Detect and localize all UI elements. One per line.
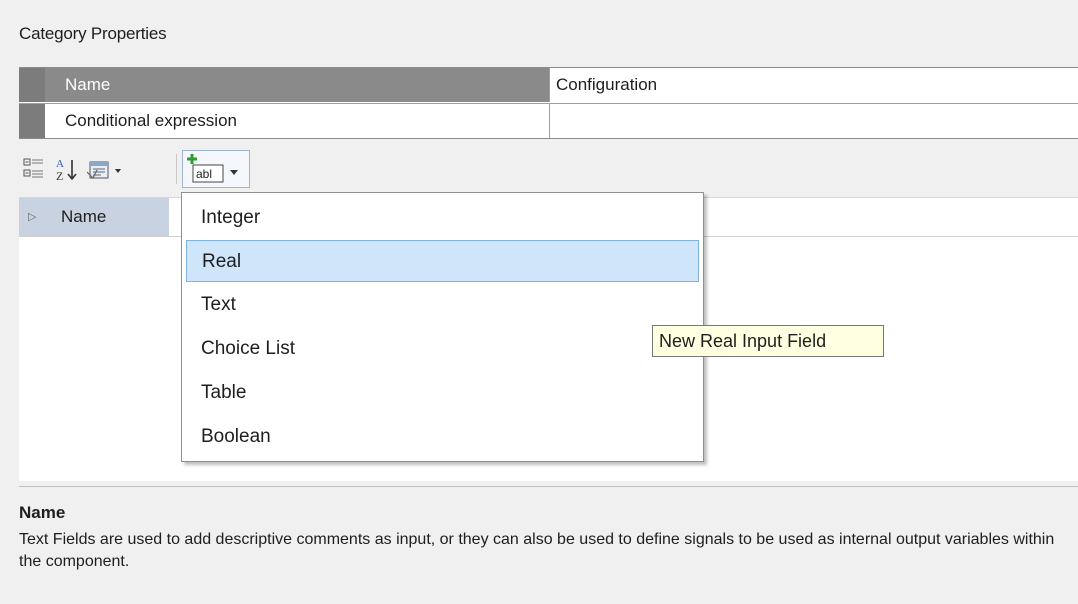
category-properties-grid: Name Configuration Conditional expressio… — [19, 67, 1078, 139]
category-row-conditional-expression[interactable]: Conditional expression — [19, 103, 1078, 138]
property-row-label: Name — [61, 207, 107, 226]
add-field-dropdown-button[interactable]: abl — [182, 150, 250, 188]
add-field-dropdown-menu: Integer Real Text Choice List Table Bool… — [181, 192, 704, 462]
panel-title: Category Properties — [19, 24, 167, 43]
categorized-icon — [23, 158, 45, 186]
category-row-key: Conditional expression — [45, 104, 549, 138]
menu-item-boolean[interactable]: Boolean — [186, 416, 699, 458]
svg-text:Z: Z — [56, 169, 63, 183]
conditional-expression-value[interactable] — [550, 104, 1078, 138]
property-row-key[interactable]: ▷ Name — [19, 198, 169, 236]
row-gutter — [19, 68, 45, 102]
property-pages-icon — [86, 161, 127, 188]
category-name-value[interactable]: Configuration — [550, 68, 1078, 102]
description-title: Name — [19, 503, 66, 522]
property-pages-button[interactable] — [86, 156, 127, 184]
category-row-key: Name — [45, 68, 549, 102]
add-text-field-icon: abl — [186, 153, 248, 192]
tooltip: New Real Input Field — [652, 325, 884, 357]
description-panel: Name Text Fields are used to add descrip… — [19, 486, 1078, 604]
menu-item-text[interactable]: Text — [186, 284, 699, 326]
panel-header: Category Properties — [0, 0, 1078, 62]
menu-item-table[interactable]: Table — [186, 372, 699, 414]
alphabetical-button[interactable]: A Z — [55, 156, 79, 184]
menu-item-integer[interactable]: Integer — [186, 197, 699, 239]
toolbar-separator — [176, 154, 177, 184]
sort-alphabetical-icon: A Z — [55, 158, 79, 188]
add-field-label: abl — [196, 167, 212, 181]
description-text: Text Fields are used to add descriptive … — [19, 531, 1055, 570]
row-gutter — [19, 104, 45, 138]
menu-item-real[interactable]: Real — [186, 240, 699, 282]
property-toolbar: A Z abl — [19, 150, 1078, 190]
menu-item-choice-list[interactable]: Choice List — [186, 328, 699, 370]
expand-arrow-icon[interactable]: ▷ — [28, 198, 36, 236]
categorized-button[interactable] — [23, 156, 45, 184]
category-row-name[interactable]: Name Configuration — [19, 68, 1078, 102]
